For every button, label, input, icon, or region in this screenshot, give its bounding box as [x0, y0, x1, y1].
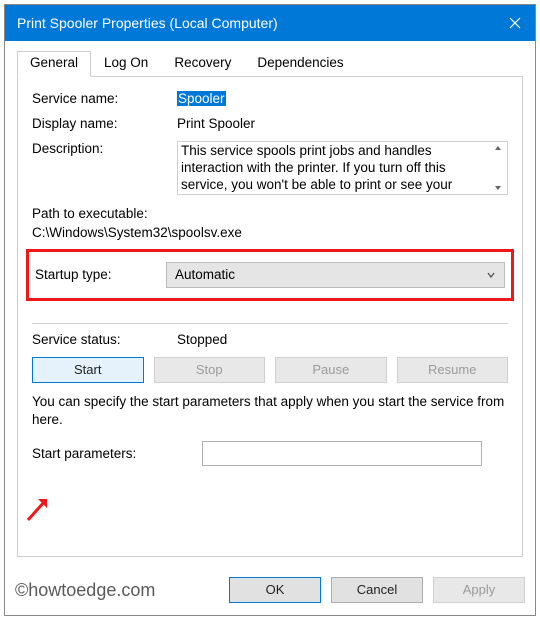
properties-window: Print Spooler Properties (Local Computer… — [4, 4, 536, 616]
apply-button: Apply — [433, 577, 525, 603]
divider — [32, 323, 508, 324]
scroll-down-icon[interactable] — [489, 184, 507, 192]
pause-button: Pause — [275, 357, 387, 383]
startup-type-label: Startup type: — [35, 267, 166, 282]
start-parameters-input[interactable] — [202, 441, 482, 466]
description-text: This service spools print jobs and handl… — [178, 142, 489, 194]
start-parameters-label: Start parameters: — [32, 446, 202, 461]
description-scrollbar[interactable] — [489, 142, 507, 194]
stop-button: Stop — [154, 357, 266, 383]
service-status-value: Stopped — [177, 332, 508, 347]
ok-button[interactable]: OK — [229, 577, 321, 603]
description-box: This service spools print jobs and handl… — [177, 141, 508, 195]
cancel-button[interactable]: Cancel — [331, 577, 423, 603]
watermark-text: ©howtoedge.com — [15, 580, 155, 601]
startup-type-dropdown[interactable]: Automatic — [166, 262, 505, 288]
service-name-value: Spooler — [177, 91, 226, 106]
tab-general[interactable]: General — [17, 51, 91, 77]
window-title: Print Spooler Properties (Local Computer… — [17, 15, 278, 31]
service-name-label: Service name: — [32, 91, 177, 106]
start-button[interactable]: Start — [32, 357, 144, 383]
tab-strip: General Log On Recovery Dependencies — [17, 51, 523, 77]
dialog-footer: ©howtoedge.com OK Cancel Apply — [5, 569, 535, 615]
startup-highlight-box: Startup type: Automatic — [26, 249, 514, 301]
tab-dependencies[interactable]: Dependencies — [244, 51, 356, 76]
service-status-label: Service status: — [32, 332, 177, 347]
hint-text: You can specify the start parameters tha… — [32, 393, 508, 429]
general-panel: Service name: Spooler Display name: Prin… — [17, 77, 523, 557]
startup-type-value: Automatic — [175, 267, 235, 282]
chevron-down-icon — [486, 271, 496, 279]
content-area: General Log On Recovery Dependencies Ser… — [5, 41, 535, 569]
path-value: C:\Windows\System32\spoolsv.exe — [32, 224, 508, 243]
description-label: Description: — [32, 141, 177, 156]
resume-button: Resume — [397, 357, 509, 383]
tab-recovery[interactable]: Recovery — [161, 51, 244, 76]
tab-logon[interactable]: Log On — [91, 51, 161, 76]
display-name-value: Print Spooler — [177, 116, 508, 131]
path-label: Path to executable: — [32, 205, 508, 224]
display-name-label: Display name: — [32, 116, 177, 131]
titlebar: Print Spooler Properties (Local Computer… — [5, 5, 535, 41]
scroll-up-icon[interactable] — [489, 144, 507, 152]
close-icon[interactable] — [509, 17, 521, 29]
